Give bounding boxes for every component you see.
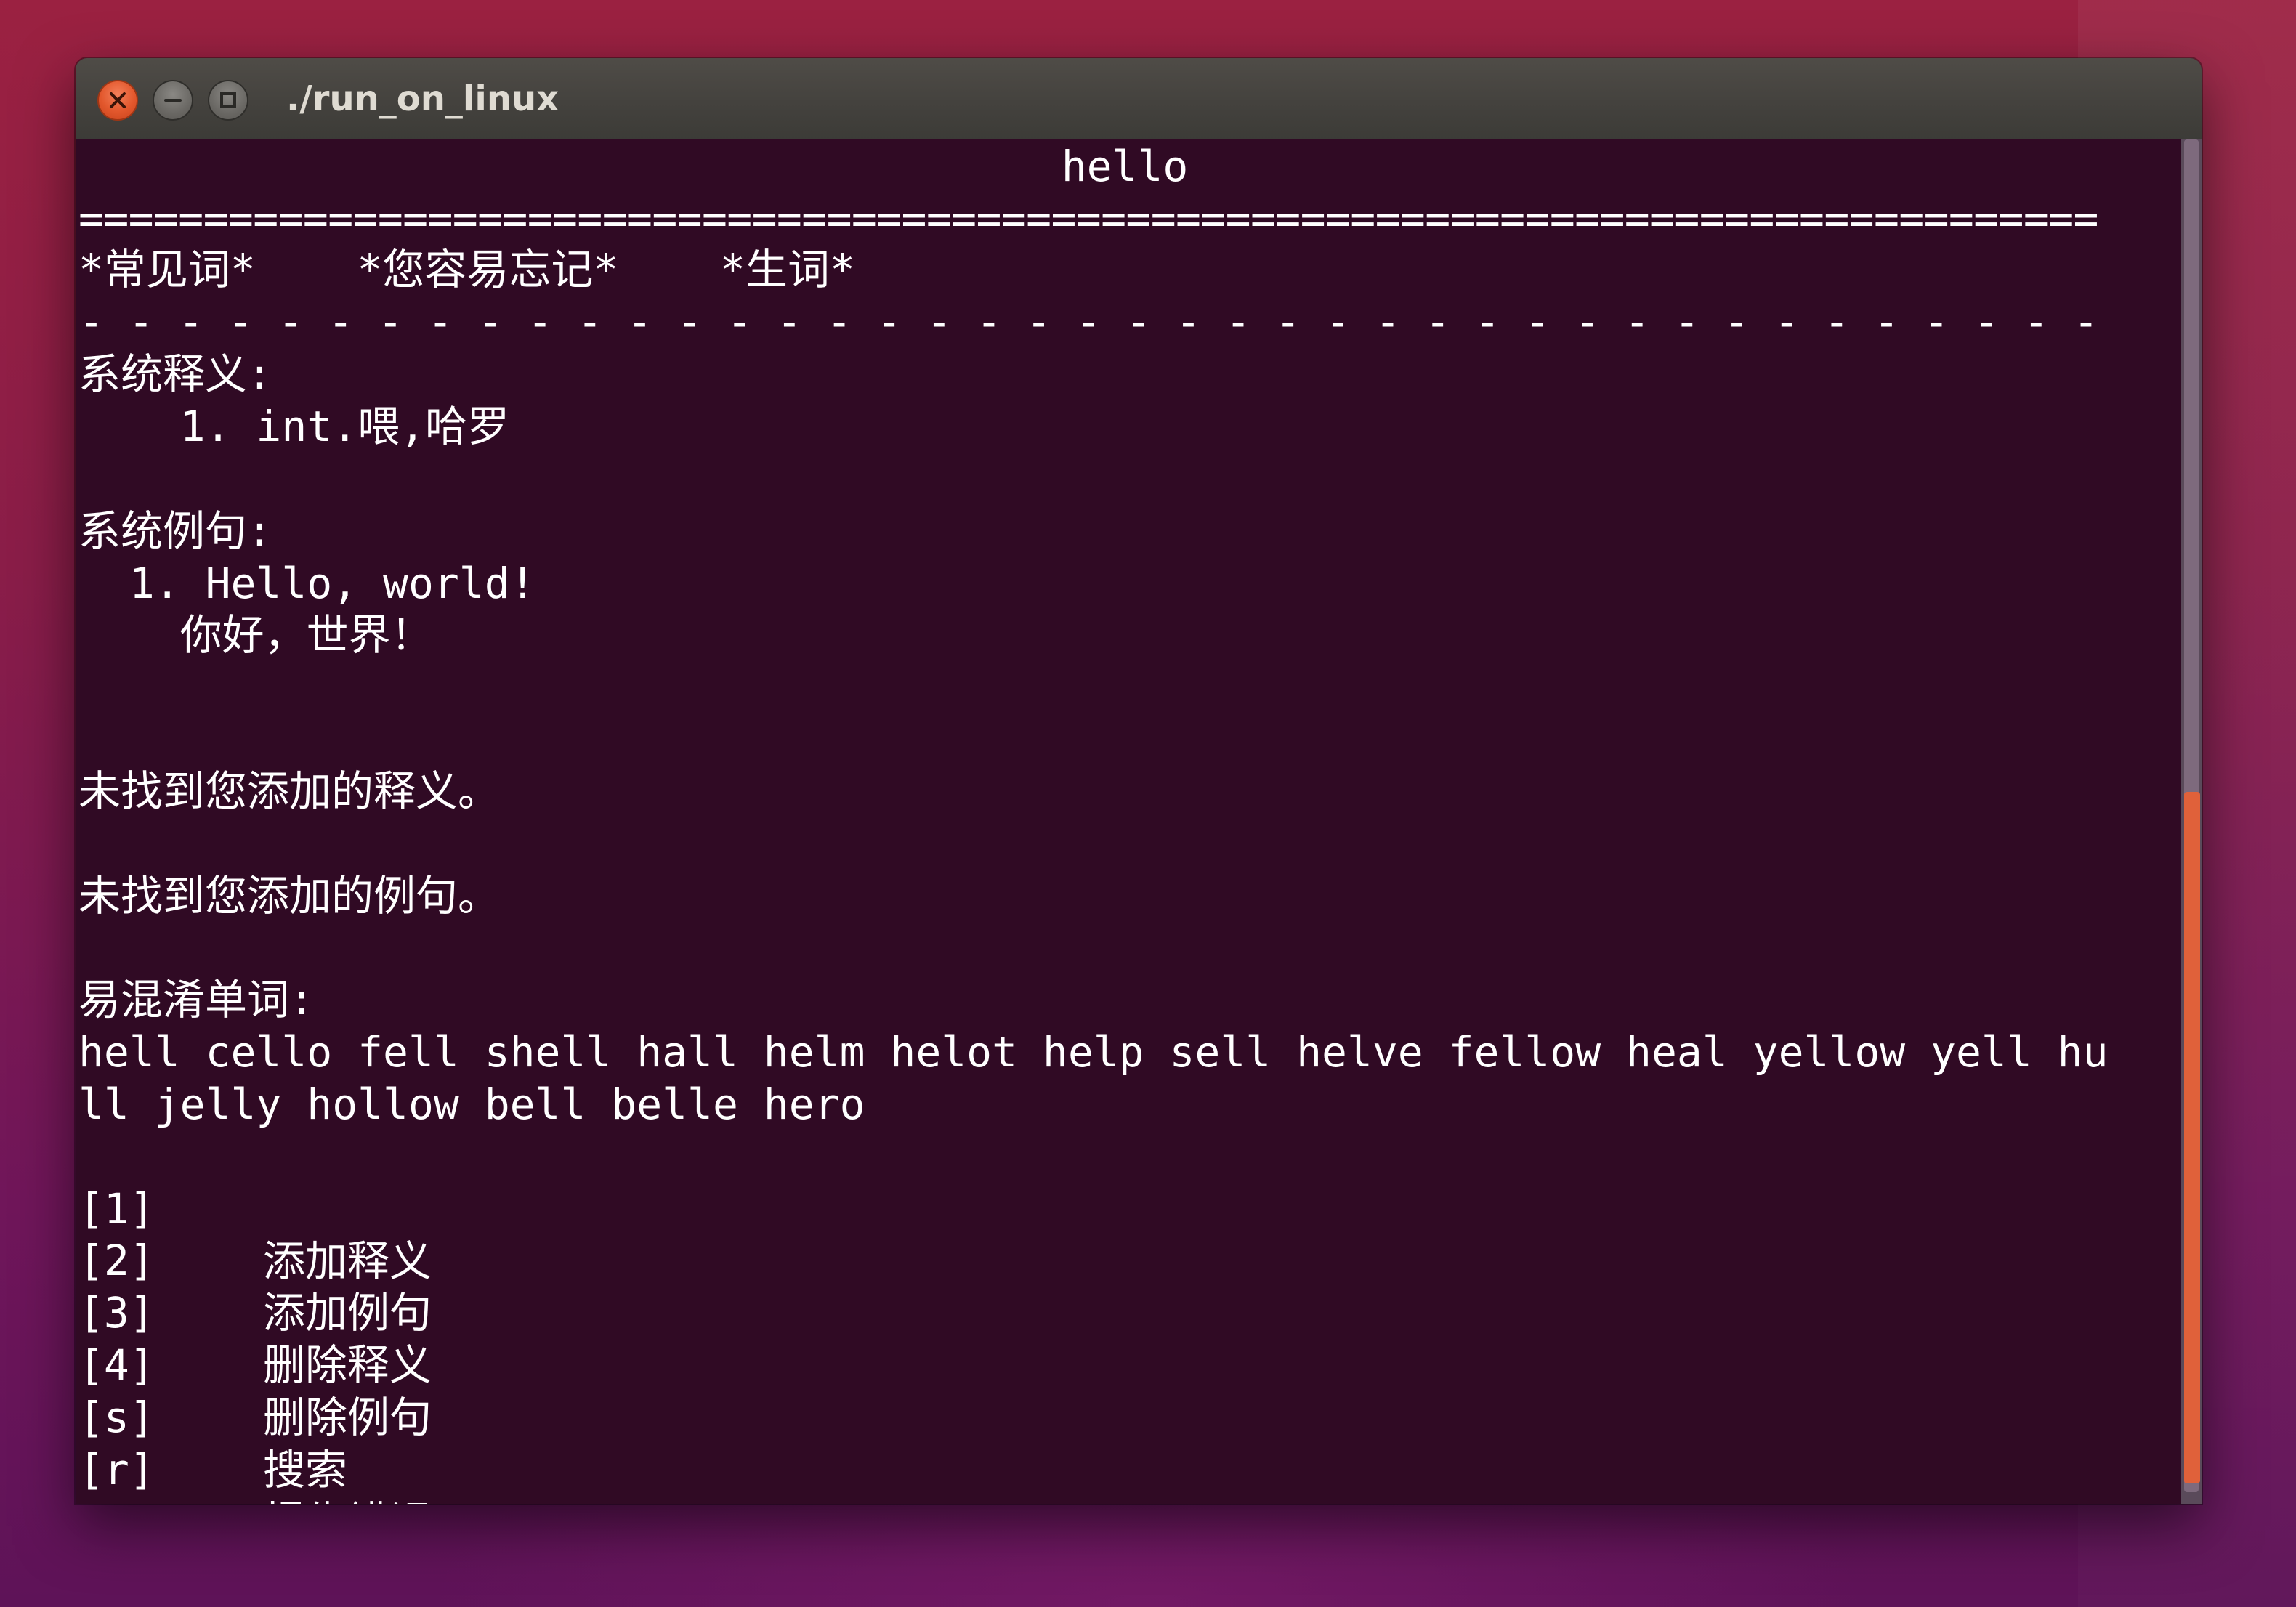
menu-item[interactable]: [r] 报告错误 [78, 1392, 660, 1504]
window-titlebar[interactable]: ./run_on_linux [76, 58, 2202, 141]
confusables-line: ll jelly hollow bell belle hero [78, 1080, 865, 1129]
examples-header: 系统例句: [78, 506, 272, 556]
close-icon [110, 92, 126, 108]
menu-label: 报告错误 [263, 1497, 432, 1504]
double-rule: ========================================… [78, 194, 2098, 243]
example-english: 1. Hello, world! [78, 559, 535, 608]
menu-item[interactable]: [3] 删除释义 [78, 1235, 660, 1390]
menu-item[interactable]: [1] 添加释义 [78, 1131, 660, 1286]
definition-item: 1. int.喂,哈罗 [78, 402, 510, 451]
close-button[interactable] [97, 80, 138, 121]
menu-key: [b] [78, 1496, 155, 1504]
scrollbar-thumb[interactable] [2184, 792, 2200, 1483]
word-tags: *常见词* *您容易忘记* *生词* [78, 245, 855, 294]
confusables-header: 易混淆单词: [78, 975, 315, 1024]
confusables-line: hell cello fell shell hall helm helot he… [78, 1027, 2109, 1077]
menu-item[interactable]: [4] 删除例句 [78, 1287, 660, 1442]
single-rule: - - - - - - - - - - - - - - - - - - - - … [78, 297, 2098, 347]
definitions-header: 系统释义: [78, 349, 272, 399]
no-user-examples: 未找到您添加的例句。 [78, 871, 501, 920]
window-title: ./run_on_linux [286, 78, 559, 119]
terminal-output[interactable]: hello ==================================… [76, 139, 2181, 1504]
menu-item[interactable]: [s] 搜索 [78, 1340, 660, 1494]
minimize-icon [164, 99, 182, 102]
maximize-icon [220, 92, 236, 108]
example-chinese: 你好，世界！ [78, 610, 433, 660]
maximize-button[interactable] [208, 80, 248, 121]
menu-item[interactable]: [b] 返回 [78, 1444, 660, 1504]
word-heading: hello [1061, 142, 1189, 191]
no-user-definitions: 未找到您添加的释义。 [78, 766, 501, 816]
terminal-window: ./run_on_linux hello ===================… [76, 58, 2202, 1504]
menu-item[interactable]: [2] 添加例句 [78, 1183, 660, 1337]
minimize-button[interactable] [153, 80, 193, 121]
